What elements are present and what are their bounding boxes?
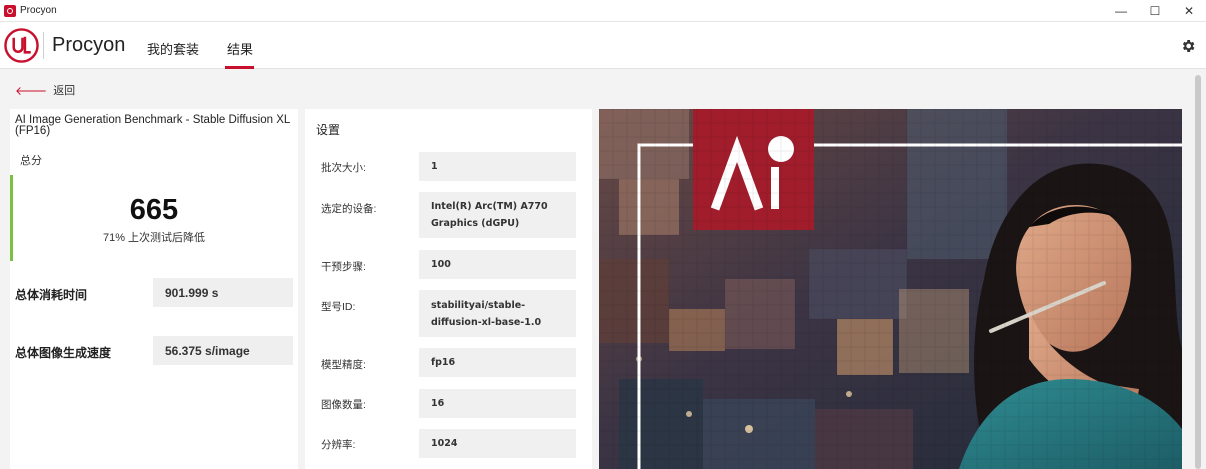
ul-logo-icon [4, 28, 39, 63]
window-titlebar: Procyon — ☐ ✕ [0, 0, 1206, 22]
setting-value-precision: fp16 [419, 348, 576, 377]
window-controls: — ☐ ✕ [1104, 0, 1206, 22]
score-comparison: 71% 上次测试后降低 [102, 232, 206, 244]
active-tab-indicator [225, 66, 254, 69]
setting-label-model-id: 型号ID: [321, 301, 356, 313]
setting-label-precision: 模型精度: [321, 359, 366, 371]
maximize-button[interactable]: ☐ [1138, 0, 1172, 22]
settings-title: 设置 [316, 123, 341, 137]
benchmark-title: AI Image Generation Benchmark - Stable D… [15, 114, 290, 137]
close-button[interactable]: ✕ [1172, 0, 1206, 22]
metric-value-generation-speed: 56.375 s/image [153, 336, 293, 365]
setting-label-device: 选定的设备: [321, 203, 377, 215]
setting-value-device: Intel(R) Arc(TM) A770 Graphics (dGPU) [419, 192, 576, 238]
back-label: 返回 [53, 85, 76, 97]
setting-value-image-count: 16 [419, 389, 576, 418]
metric-label-generation-speed: 总体图像生成速度 [15, 346, 112, 360]
banner-illustration [599, 109, 1182, 469]
app-header: Procyon 我的套装 结果 [0, 22, 1206, 69]
benchmark-banner-image [599, 109, 1182, 469]
setting-value-batch-size: 1 [419, 152, 576, 181]
back-link[interactable]: 🡐 返回 [15, 82, 75, 98]
metric-value-total-time: 901.999 s [153, 278, 293, 307]
setting-label-resolution: 分辨率: [321, 439, 356, 451]
setting-label-steps: 干预步骤: [321, 261, 366, 273]
setting-value-steps: 100 [419, 250, 576, 279]
setting-label-batch-size: 批次大小: [321, 162, 366, 174]
window-title: Procyon [20, 5, 57, 16]
scrollbar-thumb[interactable] [1195, 75, 1201, 469]
tab-results[interactable]: 结果 [227, 39, 253, 58]
tab-my-suites[interactable]: 我的套装 [147, 39, 199, 58]
metric-label-total-time: 总体消耗时间 [15, 288, 88, 302]
header-divider [43, 32, 44, 59]
app-icon [4, 4, 16, 17]
setting-value-model-id: stabilityai/stable-diffusion-xl-base-1.0 [419, 290, 576, 337]
setting-value-resolution: 1024 [419, 429, 576, 458]
result-panel: AI Image Generation Benchmark - Stable D… [10, 109, 298, 469]
gear-icon[interactable] [1180, 38, 1196, 54]
overall-score: 665 [129, 194, 179, 226]
vertical-scrollbar[interactable] [1194, 75, 1202, 469]
arrow-left-icon: 🡐 [15, 83, 48, 98]
app-name: Procyon [52, 34, 126, 56]
setting-label-image-count: 图像数量: [321, 399, 366, 411]
score-label: 总分 [20, 155, 42, 167]
settings-panel: 设置 批次大小: 1 选定的设备: Intel(R) Arc(TM) A770 … [305, 109, 592, 469]
minimize-button[interactable]: — [1104, 0, 1138, 22]
